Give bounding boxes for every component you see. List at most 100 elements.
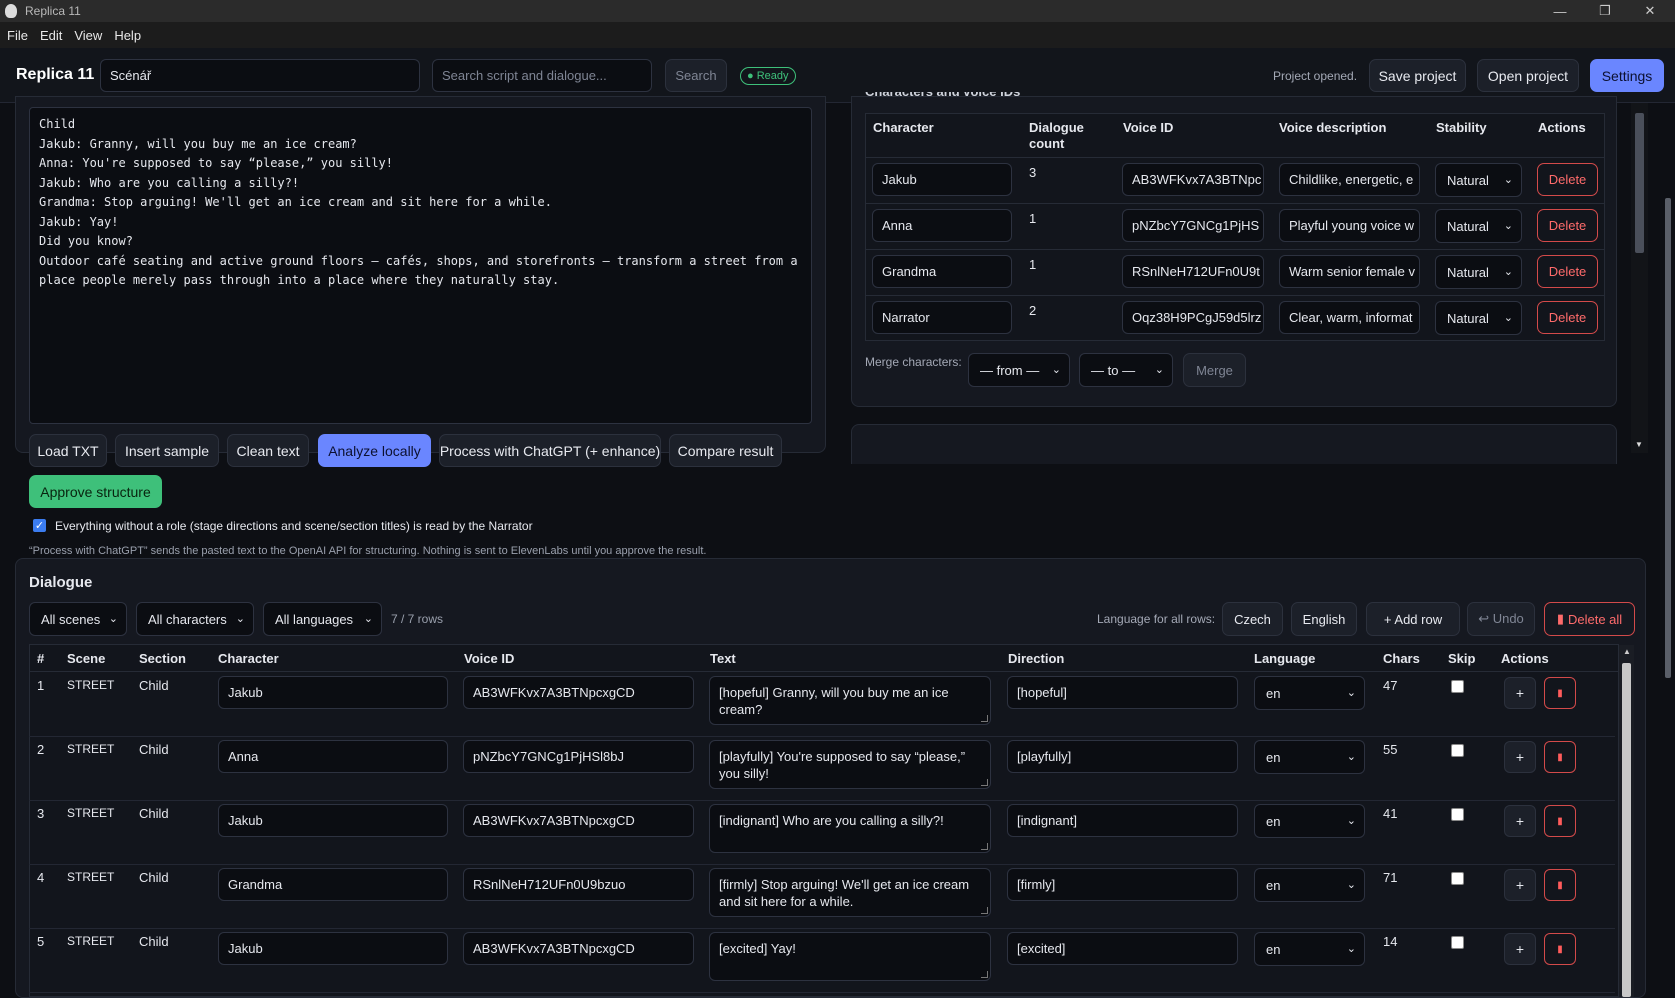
row-add-button[interactable]: + [1504,741,1536,773]
row-delete-button[interactable]: ▮ [1544,805,1576,837]
page-scrollbar-thumb[interactable] [1665,198,1671,678]
minimize-icon[interactable]: — [1540,0,1580,22]
row-skip-checkbox[interactable] [1451,936,1464,949]
delete-all-button[interactable]: ▮ Delete all [1544,602,1635,636]
menu-help[interactable]: Help [114,28,141,43]
row-character-input[interactable]: Anna [218,740,448,773]
row-skip-checkbox[interactable] [1451,680,1464,693]
merge-button[interactable]: Merge [1183,353,1246,387]
row-add-button[interactable]: + [1504,677,1536,709]
character-name-input[interactable]: Jakub [872,163,1012,196]
row-character-input[interactable]: Jakub [218,804,448,837]
row-language-select[interactable]: en ⌄ [1254,804,1365,838]
row-voice-id-input[interactable]: AB3WFKvx7A3BTNpcxgCD [463,676,694,709]
row-delete-button[interactable]: ▮ [1544,741,1576,773]
lang-czech-button[interactable]: Czech [1222,602,1283,636]
close-icon[interactable]: ✕ [1630,0,1670,22]
script-textarea[interactable]: Child Jakub: Granny, will you buy me an … [29,107,812,424]
row-text-input[interactable]: [indignant] Who are you calling a silly?… [709,804,991,853]
process-chatgpt-button[interactable]: Process with ChatGPT (+ enhance) [439,434,661,467]
row-delete-button[interactable]: ▮ [1544,677,1576,709]
filter-scenes-select[interactable]: All scenes ⌄ [29,602,127,636]
row-skip-checkbox[interactable] [1451,872,1464,885]
row-voice-id-input[interactable]: RSnlNeH712UFn0U9bzuo [463,868,694,901]
delete-character-button[interactable]: Delete [1537,301,1598,334]
row-character-input[interactable]: Jakub [218,932,448,965]
analyze-locally-button[interactable]: Analyze locally [318,434,431,467]
row-voice-id-input[interactable]: AB3WFKvx7A3BTNpcxgCD [463,804,694,837]
search-button[interactable]: Search [665,59,727,92]
delete-character-button[interactable]: Delete [1537,255,1598,288]
menu-file[interactable]: File [7,28,28,43]
filter-characters-select[interactable]: All characters ⌄ [136,602,254,636]
dialogue-scrollbar-thumb[interactable] [1622,663,1631,997]
row-language-select[interactable]: en ⌄ [1254,868,1365,902]
menu-view[interactable]: View [74,28,102,43]
right-scrollbar[interactable]: ▼ [1631,103,1648,453]
row-language-select[interactable]: en ⌄ [1254,740,1365,774]
row-text-input[interactable]: [firmly] Stop arguing! We'll get an ice … [709,868,991,917]
row-skip-checkbox[interactable] [1451,744,1464,757]
row-direction-input[interactable]: [firmly] [1007,868,1238,901]
settings-button[interactable]: Settings [1590,59,1664,92]
character-name-input[interactable]: Narrator [872,301,1012,334]
voice-id-input[interactable]: AB3WFKvx7A3BTNpc [1122,163,1264,196]
scroll-down-icon[interactable]: ▼ [1635,440,1643,449]
stability-select[interactable]: Natural ⌄ [1435,209,1522,243]
save-project-button[interactable]: Save project [1369,59,1466,92]
scroll-up-icon[interactable]: ▲ [1623,647,1631,656]
page-scrollbar[interactable] [1661,103,1675,997]
row-delete-button[interactable]: ▮ [1544,933,1576,965]
row-skip-checkbox[interactable] [1451,808,1464,821]
row-direction-input[interactable]: [hopeful] [1007,676,1238,709]
lang-english-button[interactable]: English [1291,602,1357,636]
search-input[interactable]: Search script and dialogue... [432,59,652,92]
row-character-input[interactable]: Jakub [218,676,448,709]
row-voice-id-input[interactable]: pNZbcY7GNCg1PjHSl8bJ [463,740,694,773]
voice-id-input[interactable]: pNZbcY7GNCg1PjHS [1122,209,1264,242]
row-add-button[interactable]: + [1504,869,1536,901]
compare-result-button[interactable]: Compare result [669,434,782,467]
voice-description-input[interactable]: Playful young voice w [1279,209,1420,242]
load-txt-button[interactable]: Load TXT [29,434,107,467]
row-direction-input[interactable]: [playfully] [1007,740,1238,773]
row-voice-id-input[interactable]: AB3WFKvx7A3BTNpcxgCD [463,932,694,965]
delete-character-button[interactable]: Delete [1537,209,1598,242]
row-character-input[interactable]: Grandma [218,868,448,901]
row-add-button[interactable]: + [1504,933,1536,965]
filter-languages-select[interactable]: All languages ⌄ [263,602,382,636]
row-delete-button[interactable]: ▮ [1544,869,1576,901]
add-row-button[interactable]: + Add row [1366,602,1460,636]
merge-from-select[interactable]: — from — ⌄ [968,353,1070,387]
dialogue-scrollbar[interactable]: ▲ [1619,645,1634,997]
row-direction-input[interactable]: [excited] [1007,932,1238,965]
voice-id-input[interactable]: Oqz38H9PCgJ59d5lrz [1122,301,1264,334]
stability-select[interactable]: Natural ⌄ [1435,163,1522,197]
row-text-input[interactable]: [playfully] You're supposed to say “plea… [709,740,991,789]
project-name-input[interactable]: Scénář [100,59,420,92]
menu-edit[interactable]: Edit [40,28,62,43]
insert-sample-button[interactable]: Insert sample [115,434,219,467]
voice-description-input[interactable]: Clear, warm, informat [1279,301,1420,334]
stability-select[interactable]: Natural ⌄ [1435,255,1522,289]
character-name-input[interactable]: Grandma [872,255,1012,288]
stability-select[interactable]: Natural ⌄ [1435,301,1522,335]
clean-text-button[interactable]: Clean text [227,434,309,467]
merge-to-select[interactable]: — to — ⌄ [1079,353,1173,387]
row-text-input[interactable]: [hopeful] Granny, will you buy me an ice… [709,676,991,725]
row-language-select[interactable]: en ⌄ [1254,676,1365,710]
voice-description-input[interactable]: Childlike, energetic, e [1279,163,1420,196]
scrollbar-thumb[interactable] [1635,113,1644,253]
row-language-select[interactable]: en ⌄ [1254,932,1365,966]
open-project-button[interactable]: Open project [1477,59,1579,92]
delete-character-button[interactable]: Delete [1537,163,1598,196]
row-add-button[interactable]: + [1504,805,1536,837]
voice-description-input[interactable]: Warm senior female v [1279,255,1420,288]
voice-id-input[interactable]: RSnlNeH712UFn0U9t [1122,255,1264,288]
narrator-checkbox[interactable]: ✓ [33,519,46,532]
row-direction-input[interactable]: [indignant] [1007,804,1238,837]
undo-button[interactable]: ↩ Undo [1467,602,1535,636]
approve-structure-button[interactable]: Approve structure [29,475,162,508]
row-text-input[interactable]: [excited] Yay! [709,932,991,981]
restore-icon[interactable]: ❐ [1585,0,1625,22]
